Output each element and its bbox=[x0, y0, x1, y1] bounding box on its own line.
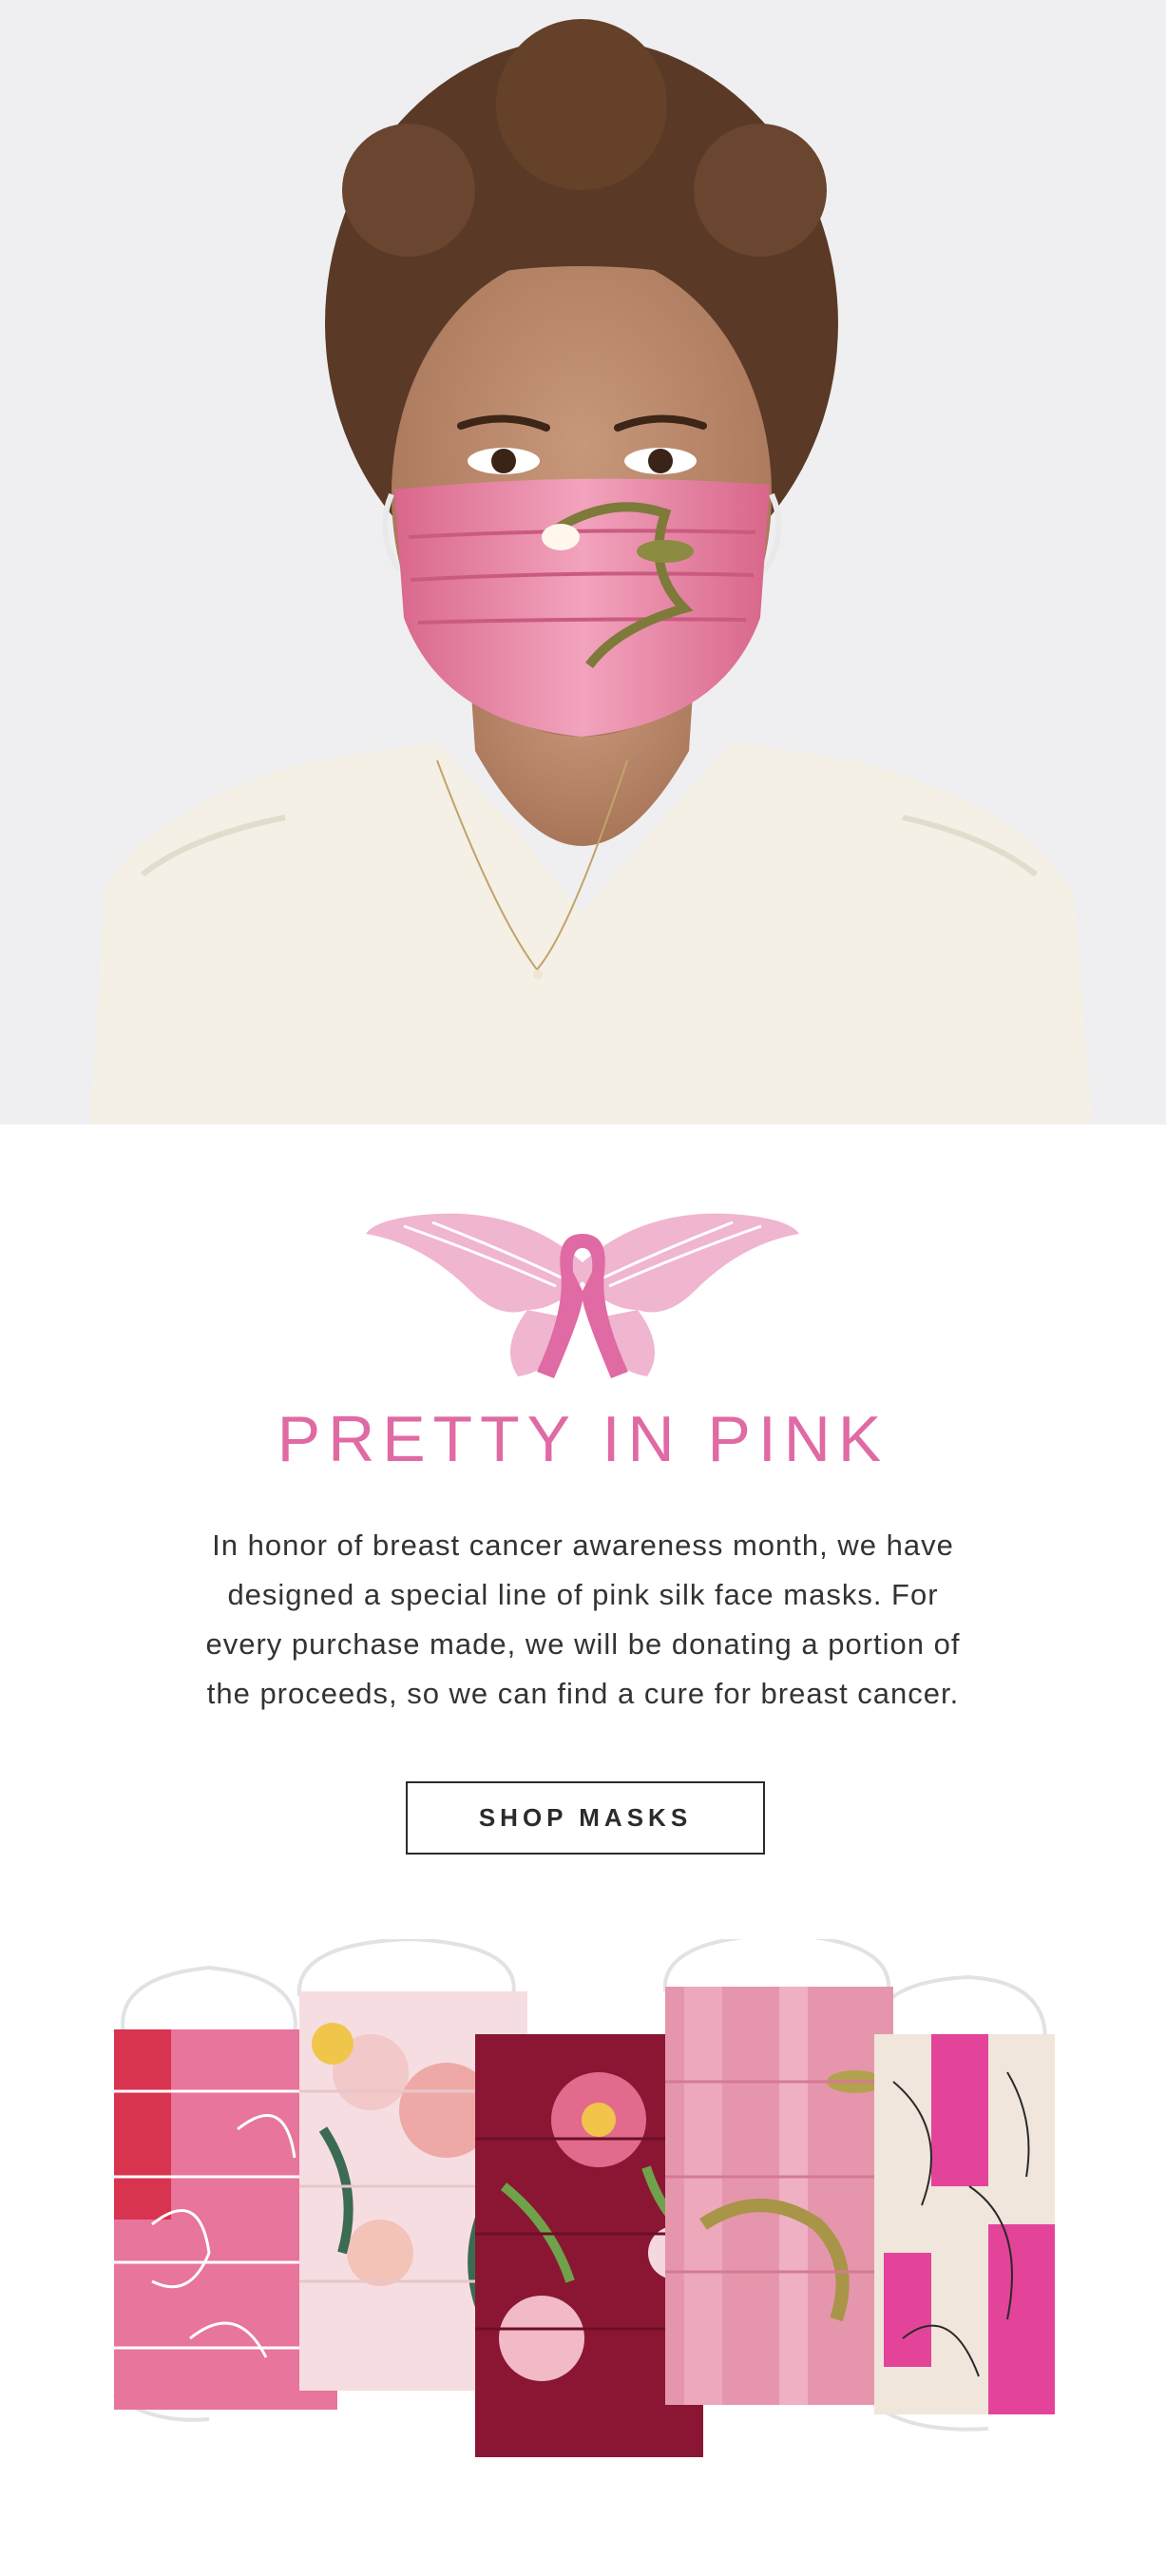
masks-product-image[interactable] bbox=[95, 1932, 1074, 2471]
body-line: every purchase made, we will be donating… bbox=[205, 1627, 961, 1661]
hot-pink-botanical-line-mask bbox=[874, 2034, 1055, 2414]
metallic-pink-floral-mask bbox=[665, 1987, 893, 2405]
page-title: PRETTY IN PINK bbox=[277, 1403, 889, 1475]
shop-masks-button[interactable]: SHOP MASKS bbox=[406, 1781, 765, 1855]
hero-image bbox=[0, 0, 1166, 1125]
body-line: the proceeds, so we can find a cure for … bbox=[206, 1677, 960, 1710]
body-copy: In honor of breast cancer awareness mont… bbox=[124, 1521, 1042, 1719]
butterfly-pink-ribbon-icon bbox=[366, 1205, 799, 1388]
body-line: In honor of breast cancer awareness mont… bbox=[212, 1528, 954, 1562]
body-line: designed a special line of pink silk fac… bbox=[227, 1578, 939, 1611]
